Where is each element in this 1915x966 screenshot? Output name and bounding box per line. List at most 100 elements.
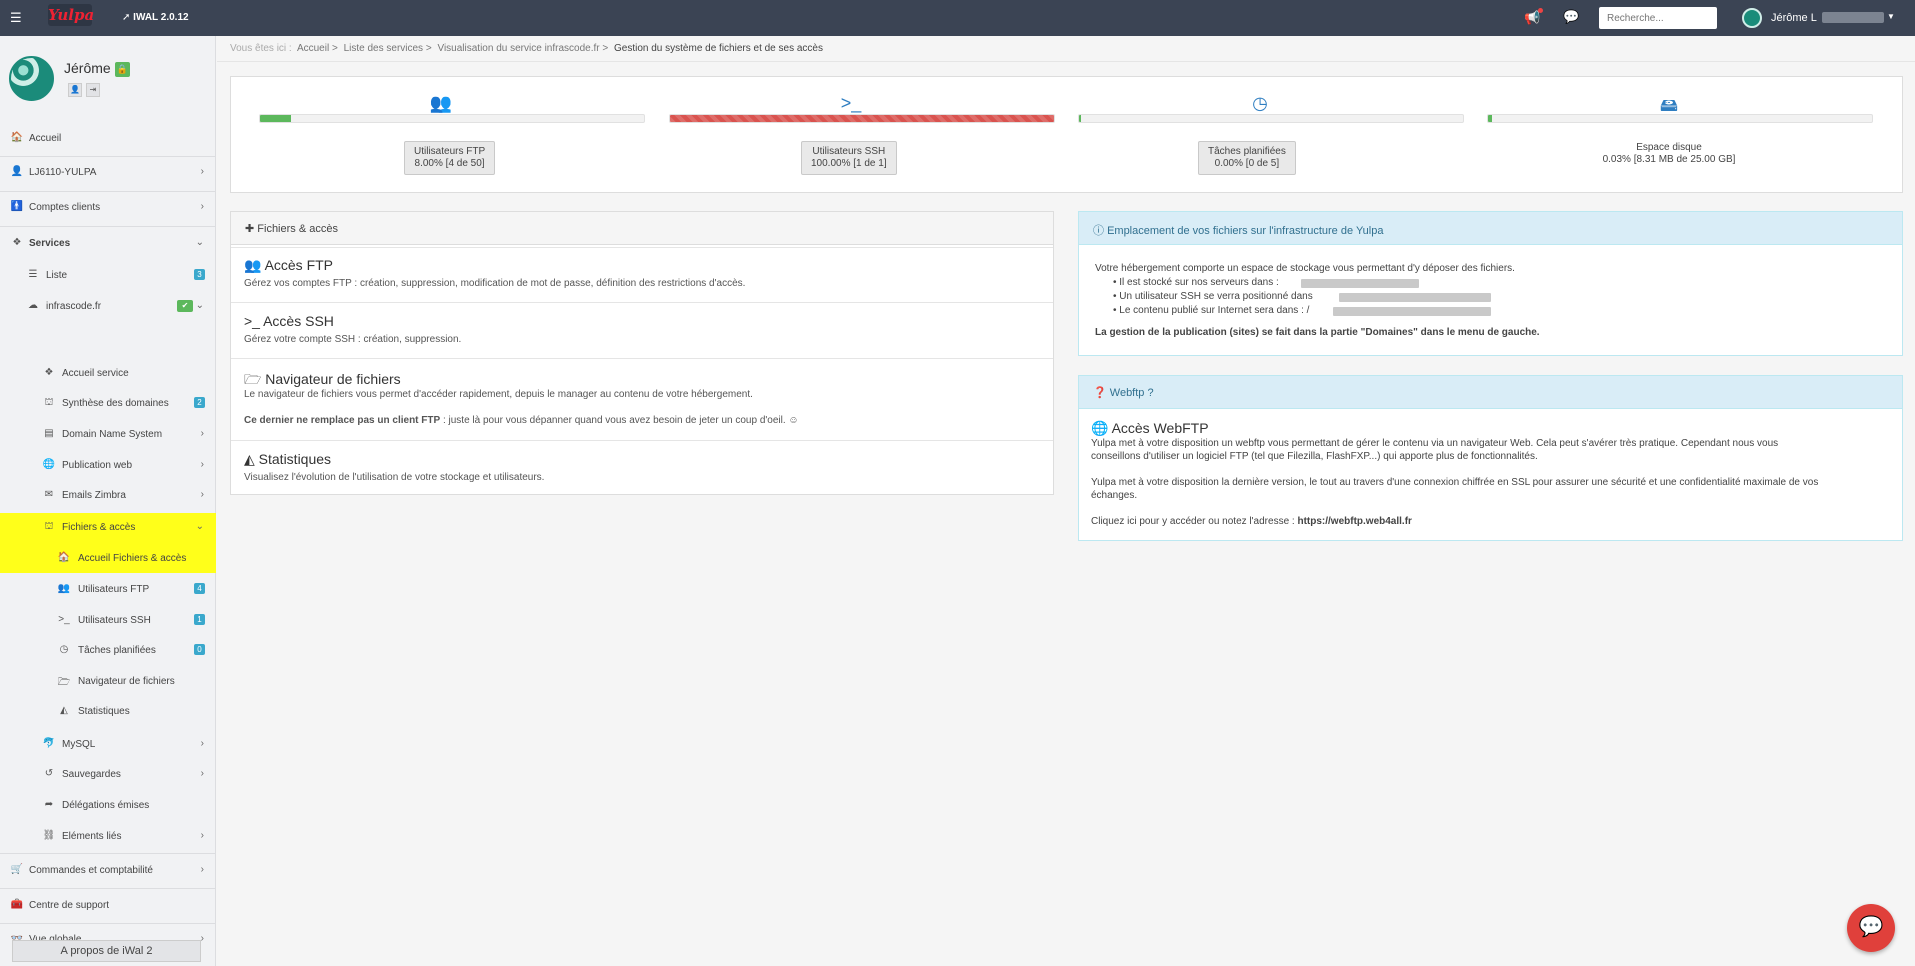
sidebar-item-synthese[interactable]: ⛫ Synthèse des domaines 2 bbox=[0, 389, 216, 419]
panel-title: Webftp ? bbox=[1109, 387, 1154, 399]
list-item-ftp[interactable]: 👥 Accès FTP Gérez vos comptes FTP : créa… bbox=[231, 247, 1053, 302]
sidebar-item-liste[interactable]: ☰ Liste 3 bbox=[0, 261, 216, 291]
list-item-navigateur[interactable]: 🗁 Navigateur de fichiers Le navigateur d… bbox=[231, 358, 1053, 440]
sidebar-item-statistiques[interactable]: ◭ Statistiques bbox=[0, 697, 216, 727]
stat-ftp-button[interactable]: Utilisateurs FTP 8.00% [4 de 50] bbox=[404, 141, 496, 175]
profile-block: Jérôme 🔒 👤 ⇥ bbox=[0, 36, 216, 106]
chevron-right-icon: › bbox=[200, 768, 204, 779]
sidebar-item-label: Accueil service bbox=[62, 368, 129, 379]
stat-label: Tâches planifiées bbox=[1208, 146, 1286, 157]
sidebar-item-accueil-service[interactable]: ❖ Accueil service bbox=[0, 359, 216, 389]
breadcrumb-link-accueil[interactable]: Accueil > bbox=[297, 43, 338, 54]
panel-header: ❓ Webftp ? bbox=[1079, 376, 1902, 409]
sidebar-item-publication[interactable]: 🌐 Publication web › bbox=[0, 451, 216, 481]
item-title[interactable]: Accès SSH bbox=[263, 313, 334, 329]
announcement-icon[interactable]: 📢 bbox=[1524, 8, 1544, 26]
version-link[interactable]: ➚ IWAL 2.0.12 bbox=[122, 12, 189, 23]
sidebar-item-accueil-fichiers[interactable]: 🏠 Accueil Fichiers & accès bbox=[0, 544, 216, 573]
item-warning: Ce dernier ne remplace pas un client FTP… bbox=[244, 415, 799, 426]
sidebar-item-mysql[interactable]: 🐬 MySQL › bbox=[0, 730, 216, 760]
cubes-icon: ❖ bbox=[44, 367, 54, 378]
sidebar-item-ftp-users[interactable]: 👥 Utilisateurs FTP 4 bbox=[0, 575, 216, 605]
sidebar-item-support[interactable]: 🧰 Centre de support bbox=[0, 891, 216, 921]
sidebar-item-label: Utilisateurs FTP bbox=[78, 584, 150, 595]
stat-value: 0.00% [0 de 5] bbox=[1214, 158, 1280, 169]
sidebar-item-label: Délégations émises bbox=[62, 800, 150, 811]
chat-fab-button[interactable]: 💬 bbox=[1847, 904, 1895, 952]
stat-ssh-button[interactable]: Utilisateurs SSH 100.00% [1 de 1] bbox=[801, 141, 897, 175]
area-chart-icon: ◭ bbox=[244, 451, 255, 467]
list-item: • Il est stocké sur nos serveurs dans : bbox=[1113, 277, 1279, 288]
stat-label: Espace disque bbox=[1636, 142, 1702, 153]
sidebar-item-label: Emails Zimbra bbox=[62, 490, 126, 501]
breadcrumb-prefix: Vous êtes ici : bbox=[230, 43, 292, 54]
sidebar-item-taches[interactable]: ◷ Tâches planifiées 0 bbox=[0, 636, 216, 666]
sidebar-item-dns[interactable]: ▤ Domain Name System › bbox=[0, 420, 216, 450]
clock-icon: ◷ bbox=[1252, 93, 1268, 113]
item-title[interactable]: Navigateur de fichiers bbox=[265, 371, 400, 387]
sidebar-item-delegations[interactable]: ➦ Délégations émises bbox=[0, 791, 216, 821]
chevron-right-icon: › bbox=[200, 864, 204, 875]
sidebar-item-navigateur[interactable]: 🗁 Navigateur de fichiers bbox=[0, 667, 216, 697]
sidebar-item-commandes[interactable]: 🛒 Commandes et comptabilité › bbox=[0, 856, 216, 886]
progress-fill bbox=[260, 115, 291, 122]
list-item-ssh[interactable]: >_ Accès SSH Gérez votre compte SSH : cr… bbox=[231, 302, 1053, 358]
puzzle-icon: ✚ bbox=[245, 223, 255, 235]
sidebar-item-services[interactable]: ❖ Services ⌄ bbox=[0, 229, 216, 259]
progress-fill bbox=[1488, 115, 1492, 122]
chevron-right-icon: › bbox=[200, 459, 204, 470]
progress-bar bbox=[259, 114, 645, 123]
yulpa-logo[interactable]: Yulpa bbox=[48, 4, 94, 26]
sidebar-item-accueil[interactable]: 🏠 Accueil bbox=[0, 124, 216, 154]
cloud-icon: ☁ bbox=[28, 300, 38, 311]
panel-title: Fichiers & accès bbox=[257, 223, 338, 235]
sidebar-item-ssh-users[interactable]: >_ Utilisateurs SSH 1 bbox=[0, 606, 216, 636]
stat-taches-button[interactable]: Tâches planifiées 0.00% [0 de 5] bbox=[1198, 141, 1296, 175]
sidebar-item-label: Services bbox=[29, 238, 71, 249]
sitemap-icon: ⛫ bbox=[44, 521, 54, 532]
stat-value: 100.00% [1 de 1] bbox=[811, 158, 887, 169]
chat-icon[interactable]: 💬 bbox=[1563, 9, 1579, 25]
profile-user-icon[interactable]: 👤 bbox=[68, 83, 82, 97]
chevron-down-icon: ⌄ bbox=[195, 237, 204, 248]
home-icon: 🏠 bbox=[10, 132, 24, 143]
user-avatar[interactable] bbox=[1742, 8, 1762, 28]
menu-toggle-icon[interactable]: ☰ bbox=[10, 10, 22, 26]
webftp-panel: ❓ Webftp ? 🌐 Accès WebFTP Yulpa met à vo… bbox=[1078, 375, 1903, 541]
sidebar-item-sauvegardes[interactable]: ↺ Sauvegardes › bbox=[0, 760, 216, 790]
search-input[interactable] bbox=[1599, 7, 1717, 29]
stat-ssh: >_ Utilisateurs SSH 100.00% [1 de 1] bbox=[641, 77, 1061, 194]
chat-icon: 💬 bbox=[1858, 916, 1884, 938]
profile-avatar bbox=[9, 56, 54, 101]
sidebar-item-fichiers[interactable]: ⛫ Fichiers & accès ⌄ bbox=[0, 513, 216, 544]
logout-icon[interactable]: ⇥ bbox=[86, 83, 100, 97]
breadcrumb-link-liste[interactable]: Liste des services > bbox=[344, 43, 432, 54]
list-item-statistiques[interactable]: ◭ Statistiques Visualisez l'évolution de… bbox=[231, 440, 1053, 495]
usage-stats-panel: 👥 Utilisateurs FTP 8.00% [4 de 50] >_ Uti… bbox=[230, 76, 1903, 193]
sidebar-item-elements[interactable]: ⛓ Eléments liés › bbox=[0, 822, 216, 852]
about-button[interactable]: A propos de iWal 2 bbox=[12, 940, 201, 962]
cubes-icon: ❖ bbox=[12, 237, 22, 248]
count-badge: 0 bbox=[194, 644, 205, 655]
chevron-right-icon: › bbox=[200, 201, 204, 212]
panel-header: ✚ Fichiers & accès bbox=[231, 212, 1053, 245]
sidebar-item-domain[interactable]: ☁ infrascode.fr ✔ ⌄ bbox=[0, 292, 216, 322]
item-title[interactable]: Statistiques bbox=[259, 451, 331, 467]
sidebar-item-account[interactable]: 👤 LJ6110-YULPA › bbox=[0, 158, 216, 188]
sidebar-item-emails[interactable]: ✉ Emails Zimbra › bbox=[0, 481, 216, 511]
fichiers-panel: ✚ Fichiers & accès 👥 Accès FTP Gérez vos… bbox=[230, 211, 1054, 495]
sidebar-item-comptes[interactable]: 🚹 Comptes clients › bbox=[0, 193, 216, 223]
caret-down-icon[interactable]: ▼ bbox=[1887, 12, 1895, 21]
item-title[interactable]: Accès FTP bbox=[265, 257, 333, 273]
envelope-icon: ✉ bbox=[44, 489, 54, 500]
sidebar-item-label: Accueil bbox=[29, 133, 62, 144]
breadcrumb-link-service[interactable]: Visualisation du service infrascode.fr > bbox=[437, 43, 608, 54]
sidebar-item-label: Accueil Fichiers & accès bbox=[78, 553, 187, 564]
question-icon: ❓ bbox=[1093, 387, 1107, 399]
area-chart-icon: ◭ bbox=[60, 705, 68, 716]
user-name[interactable]: Jérôme L bbox=[1771, 12, 1817, 24]
chevron-right-icon: › bbox=[200, 933, 204, 944]
chevron-right-icon: › bbox=[200, 428, 204, 439]
webftp-link[interactable]: https://webftp.web4all.fr bbox=[1297, 516, 1411, 527]
progress-bar bbox=[1487, 114, 1873, 123]
